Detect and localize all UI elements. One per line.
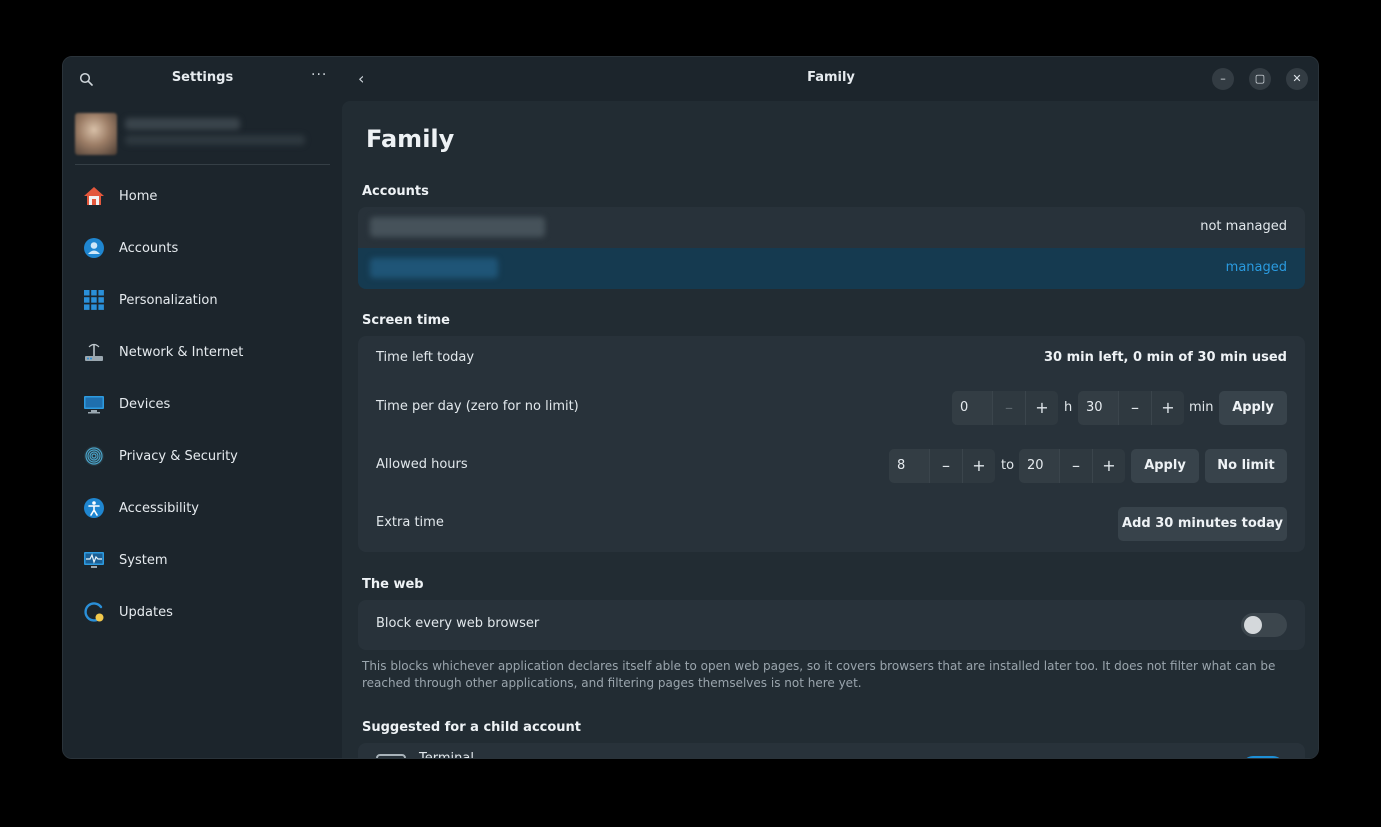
main-pane: ‹ Family – ▢ ✕ Family Accounts not manag… [342,57,1318,759]
web-heading: The web [362,577,424,592]
sidebar-title: Settings [171,70,234,85]
sidebar-item-updates[interactable]: Updates [71,586,334,638]
suggested-heading: Suggested for a child account [362,720,582,735]
minutes-decrement-button[interactable]: – [1118,391,1151,425]
sidebar-item-label: System [119,552,168,568]
account-status: managed [1225,260,1287,275]
terminal-label: Terminal [419,751,474,759]
sidebar-header: Settings ··· [63,57,342,101]
block-browsers-toggle[interactable] [1241,613,1287,637]
home-icon [84,187,104,205]
fingerprint-icon [84,446,104,466]
system-icon [84,552,104,568]
sidebar-nav: Home Accounts Personalization Network & … [71,170,334,638]
web-card: Block every web browser [358,600,1305,650]
account-row[interactable]: not managed [358,207,1305,248]
sidebar-item-label: Accessibility [119,500,199,516]
to-hour-decrement-button[interactable]: – [1059,449,1092,483]
account-name-redacted [370,217,545,237]
minutes-increment-button[interactable]: + [1151,391,1184,425]
sidebar-divider [75,164,330,165]
sidebar-item-accessibility[interactable]: Accessibility [71,482,334,534]
time-left-value: 30 min left, 0 min of 30 min used [1044,350,1287,365]
web-help-text: This blocks whichever application declar… [362,659,1276,690]
minutes-stepper[interactable]: 30 – + [1078,391,1184,425]
hours-input[interactable]: 0 [952,391,992,425]
allowed-hours-label: Allowed hours [376,457,468,472]
apply-hours-button[interactable]: Apply [1131,449,1199,483]
accounts-card: not managed managed [358,207,1305,289]
minutes-unit: min [1189,400,1214,415]
to-hour-increment-button[interactable]: + [1092,449,1125,483]
profile-email-redacted [125,135,305,145]
sidebar-item-label: Network & Internet [119,344,244,360]
sidebar-item-label: Accounts [119,240,179,256]
sidebar-item-network[interactable]: Network & Internet [71,326,334,378]
hours-stepper[interactable]: 0 – + [952,391,1058,425]
sidebar-item-label: Personalization [119,292,218,308]
updates-icon [84,602,104,622]
to-label: to [1001,458,1015,473]
accounts-heading: Accounts [362,184,429,199]
header-bar: ‹ Family – ▢ ✕ [342,57,1318,101]
close-button[interactable]: ✕ [1286,68,1308,90]
screen-time-heading: Screen time [362,313,450,328]
maximize-button[interactable]: ▢ [1249,68,1271,90]
more-options-icon[interactable]: ··· [311,67,327,83]
content-area: Family Accounts not managed managed Scre… [342,101,1318,759]
hours-increment-button[interactable]: + [1025,391,1058,425]
minutes-input[interactable]: 30 [1078,391,1118,425]
screen-time-card: Time left today 30 min left, 0 min of 30… [358,336,1305,552]
sidebar: Settings ··· Home Accounts Personalizati… [63,57,342,758]
settings-window: Settings ··· Home Accounts Personalizati… [62,56,1319,759]
to-hour-input[interactable]: 20 [1019,449,1059,483]
sidebar-item-label: Devices [119,396,171,412]
page-title: Family [366,125,455,153]
hours-unit: h [1064,400,1073,415]
sidebar-item-devices[interactable]: Devices [71,378,334,430]
sidebar-item-label: Home [119,188,158,204]
extra-time-label: Extra time [376,515,444,530]
devices-icon [84,396,104,414]
apply-time-button[interactable]: Apply [1219,391,1287,425]
sidebar-item-privacy[interactable]: Privacy & Security [71,430,334,482]
network-icon [85,343,103,361]
personalization-icon [84,290,104,310]
avatar [75,113,117,155]
user-profile[interactable] [75,113,330,165]
sidebar-item-accounts[interactable]: Accounts [71,222,334,274]
time-per-day-label: Time per day (zero for no limit) [376,399,579,414]
from-hour-increment-button[interactable]: + [962,449,995,483]
accounts-icon [84,238,104,258]
to-hour-stepper[interactable]: 20 – + [1019,449,1125,483]
terminal-toggle[interactable] [1242,756,1284,758]
no-limit-button[interactable]: No limit [1205,449,1287,483]
time-left-label: Time left today [376,350,475,365]
sidebar-item-system[interactable]: System [71,534,334,586]
terminal-icon [376,754,406,758]
sidebar-item-personalization[interactable]: Personalization [71,274,334,326]
account-name-redacted [370,258,498,278]
toggle-knob [1244,616,1262,634]
minimize-button[interactable]: – [1212,68,1234,90]
block-browsers-label: Block every web browser [376,616,540,631]
account-status: not managed [1200,219,1287,234]
from-hour-stepper[interactable]: 8 – + [889,449,995,483]
from-hour-decrement-button[interactable]: – [929,449,962,483]
sidebar-item-home[interactable]: Home [71,170,334,222]
hours-decrement-button[interactable]: – [992,391,1025,425]
suggested-card: Terminal [358,743,1305,759]
header-title: Family [807,70,855,85]
accessibility-icon [84,498,104,518]
sidebar-item-label: Privacy & Security [119,448,238,464]
from-hour-input[interactable]: 8 [889,449,929,483]
profile-name-redacted [125,118,240,130]
add-30-minutes-button[interactable]: Add 30 minutes today [1118,507,1287,541]
sidebar-item-label: Updates [119,604,173,620]
account-row-selected[interactable]: managed [358,248,1305,289]
